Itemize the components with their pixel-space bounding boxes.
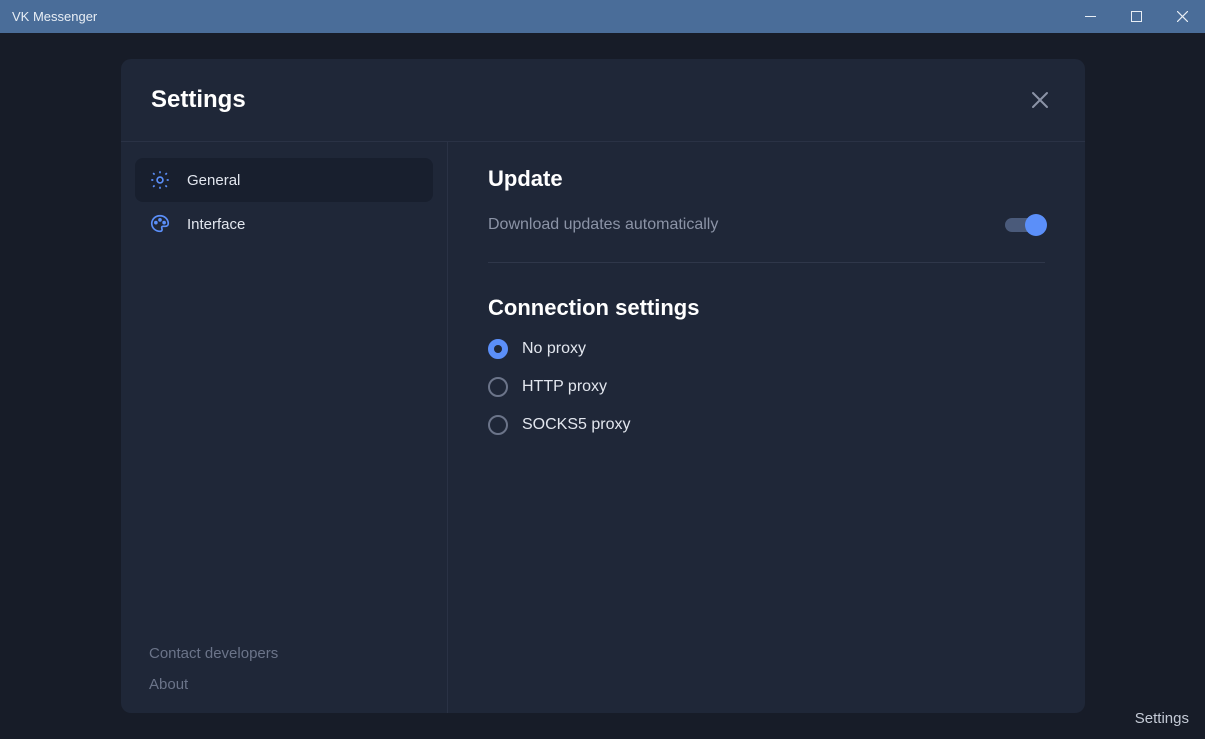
radio-label: SOCKS5 proxy bbox=[522, 416, 630, 434]
radio-no-proxy[interactable]: No proxy bbox=[488, 339, 1045, 359]
radio-circle-icon bbox=[488, 415, 508, 435]
modal-body: General Interface bbox=[121, 141, 1085, 713]
modal-close-button[interactable] bbox=[1025, 85, 1055, 115]
sidebar-item-label: Interface bbox=[187, 216, 245, 233]
connection-section-title: Connection settings bbox=[488, 295, 1045, 321]
palette-icon bbox=[149, 213, 171, 235]
settings-modal: Settings General bbox=[121, 59, 1085, 713]
close-window-button[interactable] bbox=[1159, 0, 1205, 33]
sidebar-nav: General Interface bbox=[135, 158, 433, 645]
auto-update-row: Download updates automatically bbox=[488, 210, 1045, 263]
titlebar: VK Messenger bbox=[0, 0, 1205, 33]
settings-sidebar: General Interface bbox=[121, 142, 448, 713]
window-controls bbox=[1067, 0, 1205, 33]
window-title: VK Messenger bbox=[12, 9, 97, 24]
minimize-icon bbox=[1085, 16, 1096, 17]
radio-http-proxy[interactable]: HTTP proxy bbox=[488, 377, 1045, 397]
radio-circle-icon bbox=[488, 339, 508, 359]
sidebar-footer: Contact developers About bbox=[135, 645, 433, 693]
proxy-radio-group: No proxy HTTP proxy SOCKS5 proxy bbox=[488, 339, 1045, 435]
close-icon bbox=[1177, 11, 1188, 22]
minimize-button[interactable] bbox=[1067, 0, 1113, 33]
auto-update-toggle[interactable] bbox=[1005, 218, 1045, 232]
close-icon bbox=[1031, 91, 1049, 109]
auto-update-label: Download updates automatically bbox=[488, 216, 718, 234]
contact-developers-link[interactable]: Contact developers bbox=[149, 645, 433, 662]
modal-title: Settings bbox=[151, 86, 246, 114]
maximize-button[interactable] bbox=[1113, 0, 1159, 33]
sidebar-item-interface[interactable]: Interface bbox=[135, 202, 433, 246]
status-bar-label: Settings bbox=[1135, 710, 1189, 727]
gear-icon bbox=[149, 169, 171, 191]
radio-label: No proxy bbox=[522, 340, 586, 358]
radio-label: HTTP proxy bbox=[522, 378, 607, 396]
toggle-knob bbox=[1025, 214, 1047, 236]
radio-socks5-proxy[interactable]: SOCKS5 proxy bbox=[488, 415, 1045, 435]
modal-header: Settings bbox=[121, 59, 1085, 141]
app-backdrop: Settings General bbox=[0, 33, 1205, 739]
sidebar-item-general[interactable]: General bbox=[135, 158, 433, 202]
update-section-title: Update bbox=[488, 166, 1045, 192]
sidebar-item-label: General bbox=[187, 172, 240, 189]
maximize-icon bbox=[1131, 11, 1142, 22]
settings-content: Update Download updates automatically Co… bbox=[448, 142, 1085, 713]
radio-circle-icon bbox=[488, 377, 508, 397]
about-link[interactable]: About bbox=[149, 676, 433, 693]
